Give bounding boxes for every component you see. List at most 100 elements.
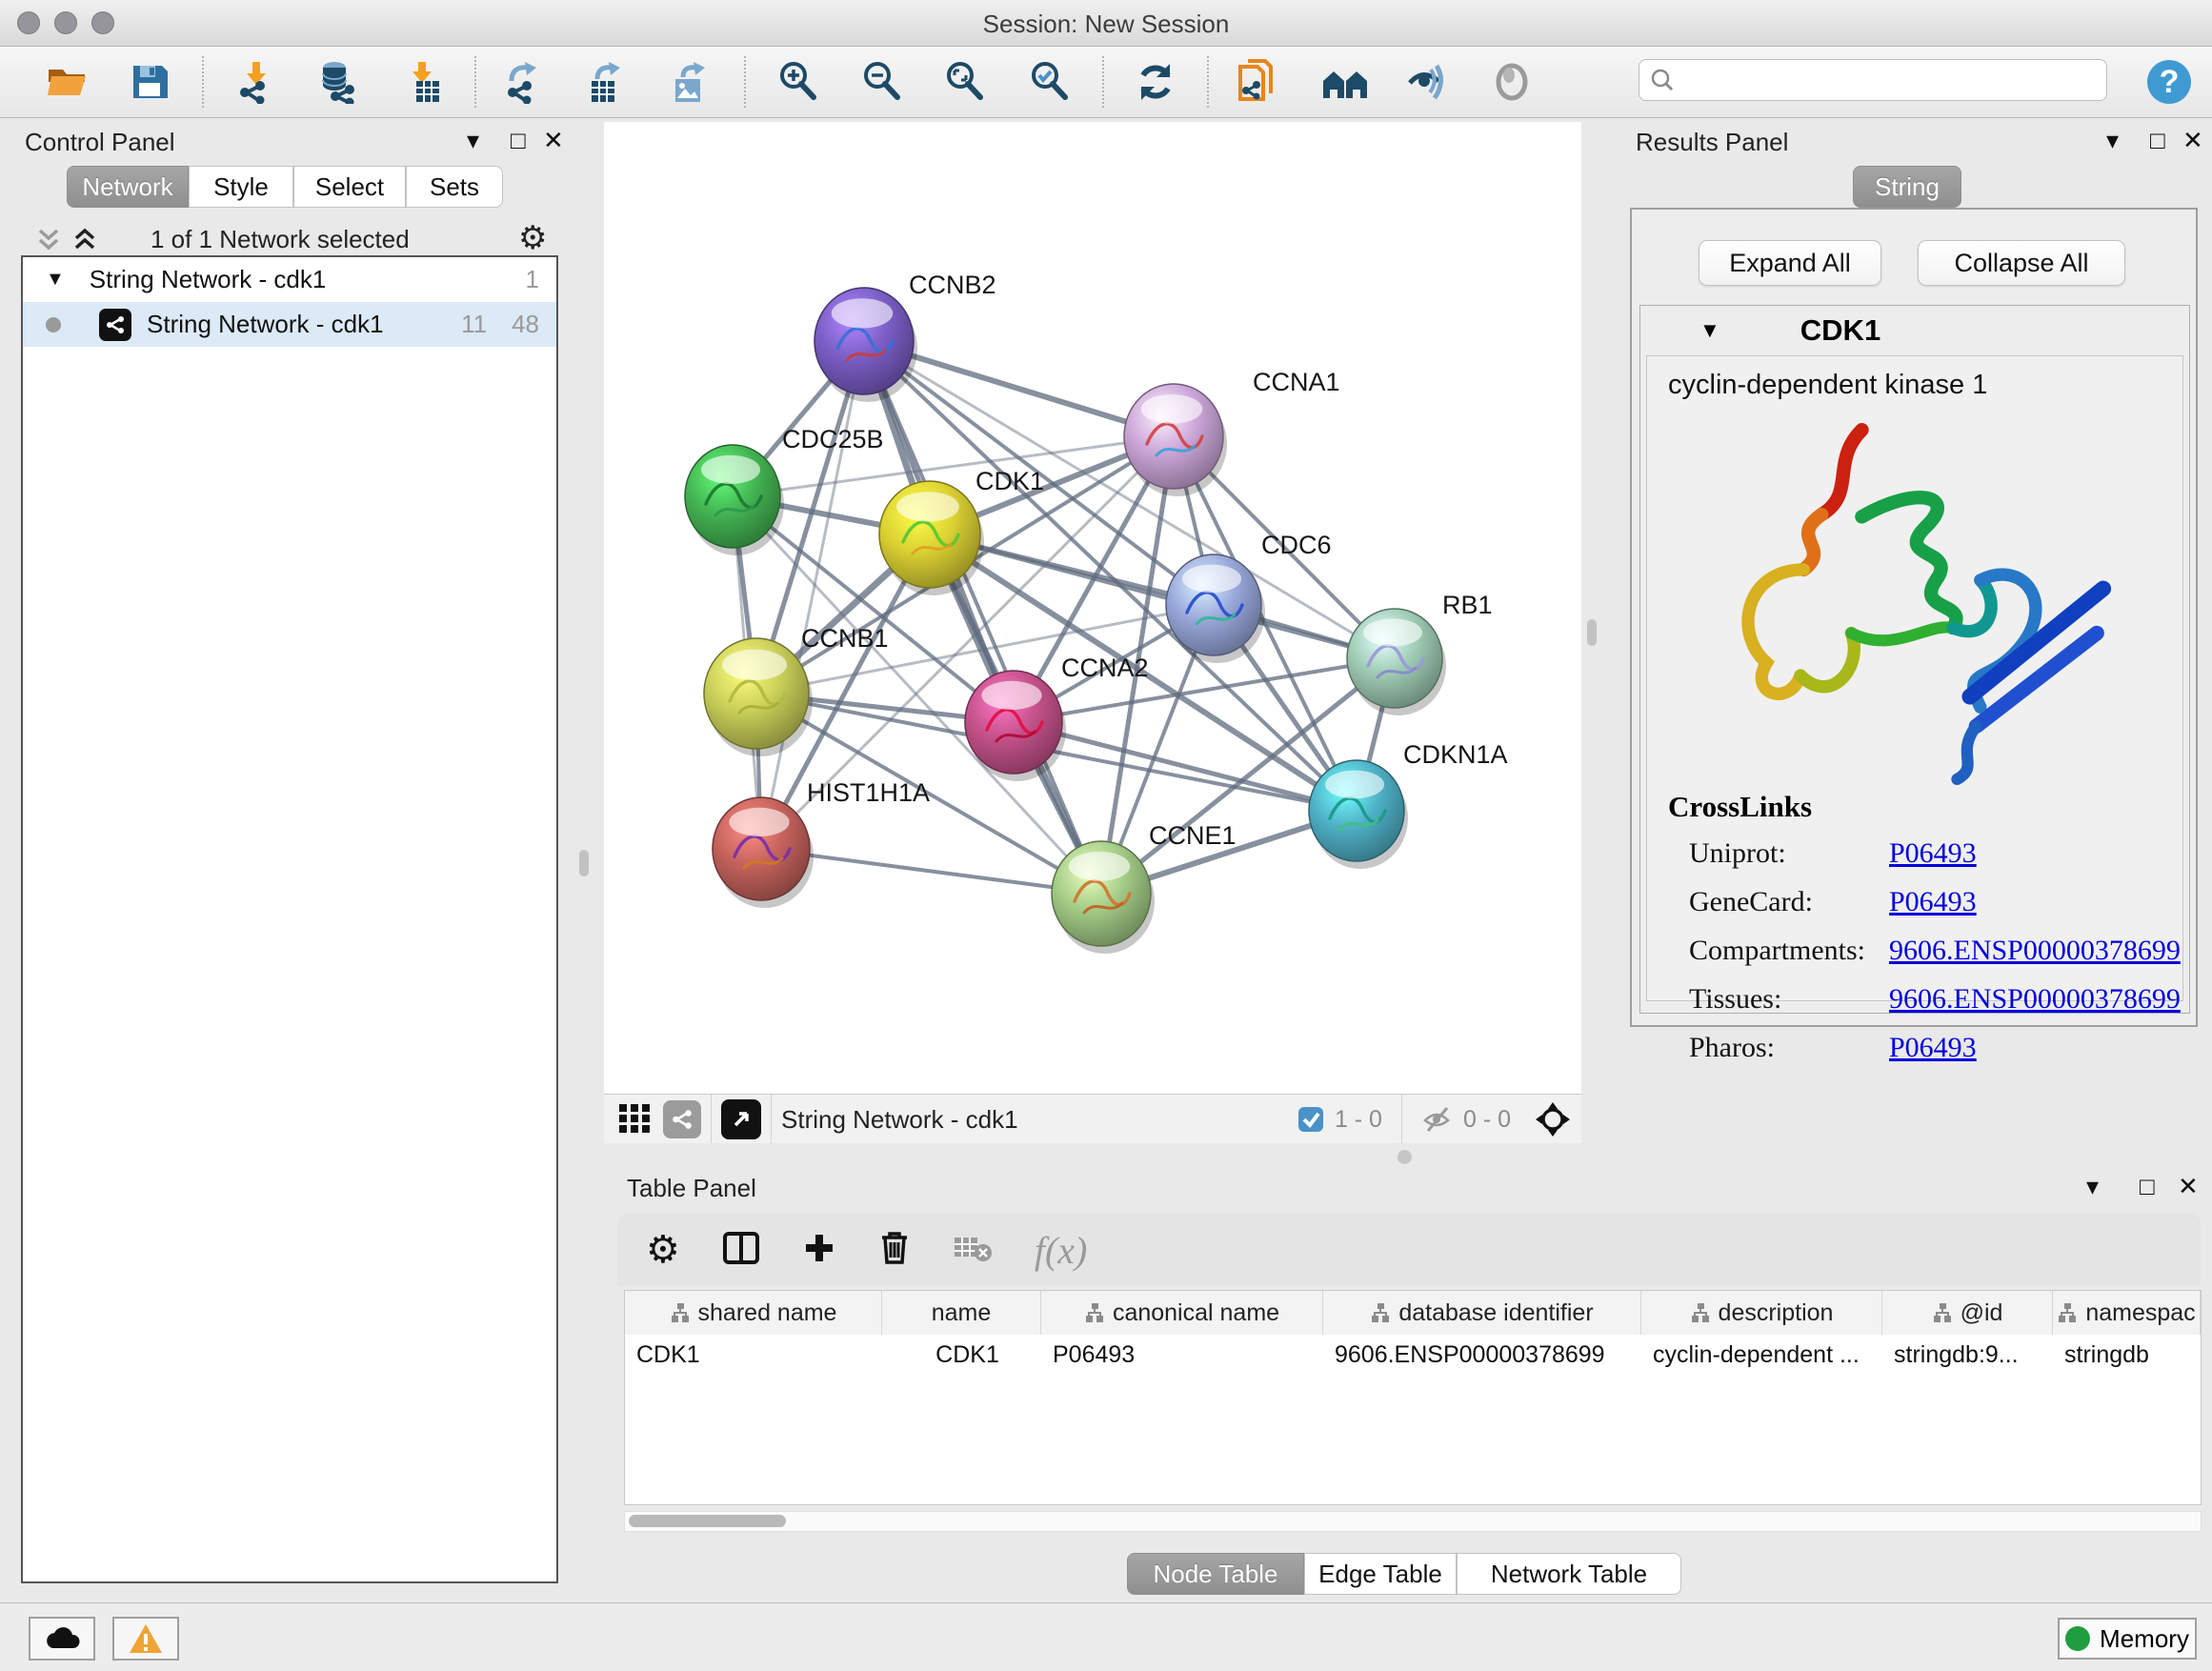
sort-tree-icon: [1932, 1302, 1953, 1323]
network-view-toolbar: String Network - cdk1 1 - 0 0 - 0: [604, 1094, 1581, 1145]
string-protein-query-icon[interactable]: [1234, 58, 1281, 106]
results-panel: Results Panel ▾ □ ✕ String Expand All Co…: [1622, 122, 2205, 1132]
section-collapse-icon[interactable]: ▼: [1699, 318, 1720, 343]
node-section-header[interactable]: ▼ CDK1: [1640, 306, 2189, 355]
network-node-label-CDC25B: CDC25B: [782, 425, 884, 453]
crosslink-value-link[interactable]: P06493: [1889, 1032, 1977, 1064]
network-node-CDKN1A[interactable]: CDKN1A: [1309, 740, 1508, 869]
zoom-selected-icon[interactable]: [1026, 58, 1074, 106]
cloud-status-button[interactable]: [29, 1617, 95, 1661]
table-gear-icon[interactable]: ⚙: [646, 1228, 680, 1272]
network-options-gear-icon[interactable]: ⚙: [518, 219, 547, 257]
close-panel-icon[interactable]: ✕: [543, 126, 564, 155]
panel-menu-icon[interactable]: ▾: [2086, 1172, 2099, 1201]
network-node-CCNA1[interactable]: CCNA1: [1124, 368, 1340, 496]
refresh-icon[interactable]: [1132, 58, 1179, 106]
table-cell: CDK1: [625, 1335, 882, 1375]
table-row[interactable]: CDK1CDK1P064939606.ENSP00000378699cyclin…: [625, 1335, 2201, 1375]
tab-style[interactable]: Style: [189, 166, 293, 208]
export-table-icon[interactable]: [582, 58, 630, 106]
table-horizontal-scrollbar[interactable]: [624, 1511, 2202, 1532]
column-header-description[interactable]: description: [1641, 1291, 1882, 1335]
birdseye-toggle-icon[interactable]: [1534, 1100, 1572, 1138]
network-row-selected[interactable]: String Network - cdk1 11 48: [23, 302, 556, 347]
tab-network[interactable]: Network: [67, 166, 189, 208]
column-header-database-identifier[interactable]: database identifier: [1323, 1291, 1641, 1335]
float-panel-icon[interactable]: □: [511, 126, 526, 155]
import-table-file-icon[interactable]: [401, 58, 449, 106]
delete-table-icon[interactable]: [953, 1234, 993, 1267]
column-header-name[interactable]: name: [882, 1291, 1041, 1335]
scrollbar-thumb[interactable]: [629, 1515, 786, 1527]
network-edge-CCNB2-HIST1H1A[interactable]: [761, 341, 864, 849]
memory-button[interactable]: Memory: [2058, 1618, 2197, 1660]
warning-status-button[interactable]: [112, 1617, 179, 1661]
split-columns-icon[interactable]: [722, 1231, 760, 1270]
network-node-HIST1H1A[interactable]: HIST1H1A: [713, 778, 930, 908]
crosslink-value-link[interactable]: 9606.ENSP00000378699: [1889, 935, 2181, 967]
search-box[interactable]: [1639, 59, 2107, 101]
network-node-CCNB2[interactable]: CCNB2: [814, 271, 996, 402]
tab-string[interactable]: String: [1853, 166, 1961, 208]
delete-column-icon[interactable]: [878, 1230, 911, 1271]
network-canvas[interactable]: CCNB2CCNA1CDC25BCDK1CDC6RB1CCNB1CCNA2CDK…: [604, 122, 1581, 1094]
import-network-file-icon[interactable]: [231, 58, 279, 106]
column-header--id[interactable]: @id: [1882, 1291, 2053, 1335]
open-session-icon[interactable]: [43, 58, 90, 106]
panel-menu-icon[interactable]: ▾: [467, 126, 479, 155]
hidden-count-text: 0 - 0: [1463, 1106, 1511, 1134]
expand-all-networks-icon[interactable]: [70, 225, 99, 258]
share-view-icon[interactable]: [663, 1100, 701, 1138]
tab-edge-table[interactable]: Edge Table: [1304, 1553, 1457, 1595]
expand-all-button[interactable]: Expand All: [1699, 240, 1881, 286]
close-panel-icon[interactable]: ✕: [2178, 1172, 2199, 1201]
float-panel-icon[interactable]: □: [2140, 1172, 2155, 1201]
horizontal-splitter-handle[interactable]: [1398, 1150, 1412, 1164]
grid-view-icon[interactable]: [617, 1100, 652, 1139]
birdseye-icon[interactable]: [1488, 58, 1536, 106]
detach-view-icon[interactable]: [721, 1099, 761, 1139]
network-collection-row[interactable]: ▼ String Network - cdk1 1: [23, 257, 556, 302]
close-panel-icon[interactable]: ✕: [2182, 126, 2203, 155]
save-session-icon[interactable]: [126, 58, 173, 106]
left-splitter-handle[interactable]: [579, 850, 589, 876]
crosslink-value-link[interactable]: P06493: [1889, 886, 1977, 918]
network-edge-CCNB2-CCNE1[interactable]: [864, 341, 1101, 894]
show-homology-icon[interactable]: [1321, 58, 1369, 106]
column-header-canonical-name[interactable]: canonical name: [1041, 1291, 1323, 1335]
zoom-out-icon[interactable]: [858, 58, 906, 106]
import-network-database-icon[interactable]: [313, 58, 361, 106]
collapse-all-button[interactable]: Collapse All: [1918, 240, 2125, 286]
tab-network-table[interactable]: Network Table: [1457, 1553, 1681, 1595]
sort-tree-icon: [1084, 1302, 1105, 1323]
panel-menu-icon[interactable]: ▾: [2106, 126, 2119, 155]
search-input[interactable]: [1676, 66, 2089, 94]
zoom-in-icon[interactable]: [774, 58, 822, 106]
export-network-icon[interactable]: [500, 58, 548, 106]
crosslink-value-link[interactable]: P06493: [1889, 837, 1977, 870]
zoom-fit-icon[interactable]: [941, 58, 989, 106]
network-node-label-CCNE1: CCNE1: [1149, 821, 1237, 850]
hide-unhide-icon[interactable]: [1403, 58, 1451, 106]
float-panel-icon[interactable]: □: [2150, 126, 2165, 155]
crosslink-value-link[interactable]: 9606.ENSP00000378699: [1889, 983, 2181, 1016]
table-panel-title: Table Panel: [627, 1174, 756, 1203]
collapse-triangle-icon[interactable]: ▼: [46, 269, 65, 291]
tab-select[interactable]: Select: [293, 166, 406, 208]
help-icon[interactable]: ?: [2145, 58, 2193, 106]
column-header-namespac[interactable]: namespac: [2053, 1291, 2201, 1335]
add-column-icon[interactable]: [802, 1231, 836, 1270]
node-count: 11: [461, 310, 487, 339]
network-node-CCNB1[interactable]: CCNB1: [704, 624, 889, 756]
right-splitter-handle[interactable]: [1587, 619, 1597, 646]
collapse-all-networks-icon[interactable]: [34, 225, 63, 258]
column-header-shared-name[interactable]: shared name: [625, 1291, 882, 1335]
network-node-CDC6[interactable]: CDC6: [1166, 531, 1332, 663]
export-image-icon[interactable]: [666, 58, 714, 106]
string-results-box: Expand All Collapse All ▼ CDK1 cyclin-de…: [1630, 208, 2198, 1027]
tab-sets[interactable]: Sets: [406, 166, 503, 208]
function-builder-icon[interactable]: f(x): [1035, 1228, 1088, 1273]
network-node-RB1[interactable]: RB1: [1347, 591, 1493, 715]
search-icon: [1649, 67, 1676, 93]
tab-node-table[interactable]: Node Table: [1127, 1553, 1304, 1595]
